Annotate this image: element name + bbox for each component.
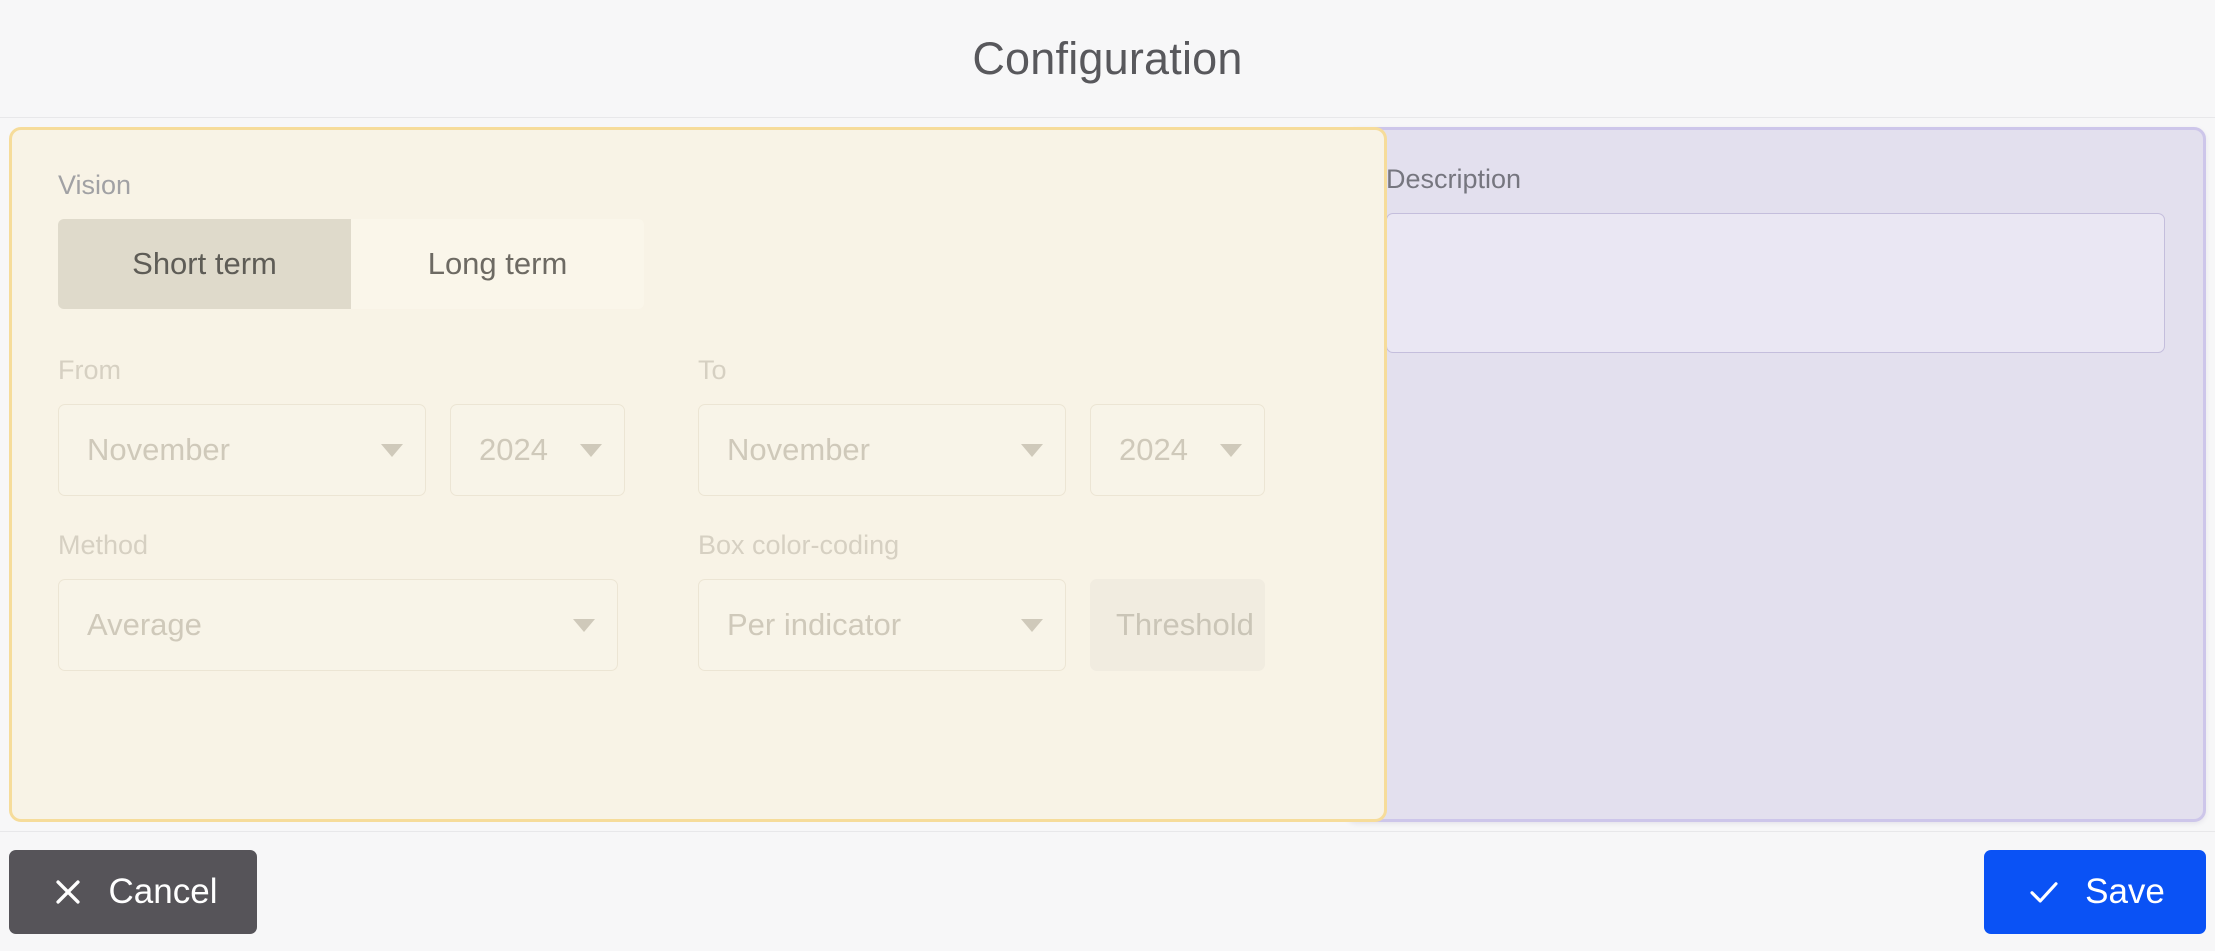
to-year-select[interactable]: 2024 (1090, 404, 1265, 496)
method-select[interactable]: Average (58, 579, 618, 671)
from-year-select[interactable]: 2024 (450, 404, 625, 496)
to-year-value: 2024 (1119, 432, 1188, 468)
method-label: Method (58, 530, 698, 561)
save-button[interactable]: Save (1984, 850, 2206, 934)
method-row: Method Average Box color-coding (58, 530, 1338, 671)
method-value: Average (87, 607, 202, 643)
method-controls: Average (58, 579, 698, 671)
to-month-value: November (727, 432, 870, 468)
configuration-dialog: Configuration Vision Short term Long ter… (0, 0, 2215, 951)
cancel-button[interactable]: Cancel (9, 850, 257, 934)
from-controls: November 2024 (58, 404, 698, 496)
vision-toggle-group[interactable]: Short term Long term (58, 219, 644, 309)
vision-label: Vision (58, 170, 1338, 201)
save-button-label: Save (2085, 872, 2165, 912)
description-input[interactable] (1386, 213, 2165, 353)
configuration-card: Vision Short term Long term From Novembe… (9, 127, 1387, 822)
method-field-group: Method Average (58, 530, 698, 671)
box-color-coding-field-group: Box color-coding Per indicator Threshold (698, 530, 1338, 671)
chevron-down-icon (580, 444, 602, 457)
box-color-coding-select[interactable]: Per indicator (698, 579, 1066, 671)
dialog-header: Configuration (0, 0, 2215, 118)
vision-option-short-term[interactable]: Short term (58, 219, 351, 309)
to-label: To (698, 355, 1338, 386)
to-field-group: To November 2024 (698, 355, 1338, 496)
from-year-value: 2024 (479, 432, 548, 468)
from-month-value: November (87, 432, 230, 468)
chevron-down-icon (1021, 619, 1043, 632)
vision-option-long-term[interactable]: Long term (351, 219, 644, 309)
chevron-down-icon (381, 444, 403, 457)
box-color-coding-label: Box color-coding (698, 530, 1338, 561)
chevron-down-icon (1021, 444, 1043, 457)
box-color-coding-value: Per indicator (727, 607, 901, 643)
from-month-select[interactable]: November (58, 404, 426, 496)
dialog-body: Vision Short term Long term From Novembe… (0, 118, 2215, 831)
box-color-coding-controls: Per indicator Threshold (698, 579, 1338, 671)
description-pane: Description (1331, 127, 2215, 822)
to-controls: November 2024 (698, 404, 1338, 496)
description-card: Description (1345, 127, 2206, 822)
chevron-down-icon (573, 619, 595, 632)
page-title: Configuration (972, 33, 1242, 85)
close-icon (49, 873, 87, 911)
description-label: Description (1386, 164, 2165, 195)
configuration-pane: Vision Short term Long term From Novembe… (0, 127, 1330, 822)
dialog-footer: Cancel Save (0, 831, 2215, 951)
from-field-group: From November 2024 (58, 355, 698, 496)
threshold-button[interactable]: Threshold (1090, 579, 1265, 671)
to-month-select[interactable]: November (698, 404, 1066, 496)
chevron-down-icon (1220, 444, 1242, 457)
date-range-row: From November 2024 (58, 355, 1338, 496)
cancel-button-label: Cancel (109, 872, 218, 912)
from-label: From (58, 355, 698, 386)
check-icon (2025, 873, 2063, 911)
